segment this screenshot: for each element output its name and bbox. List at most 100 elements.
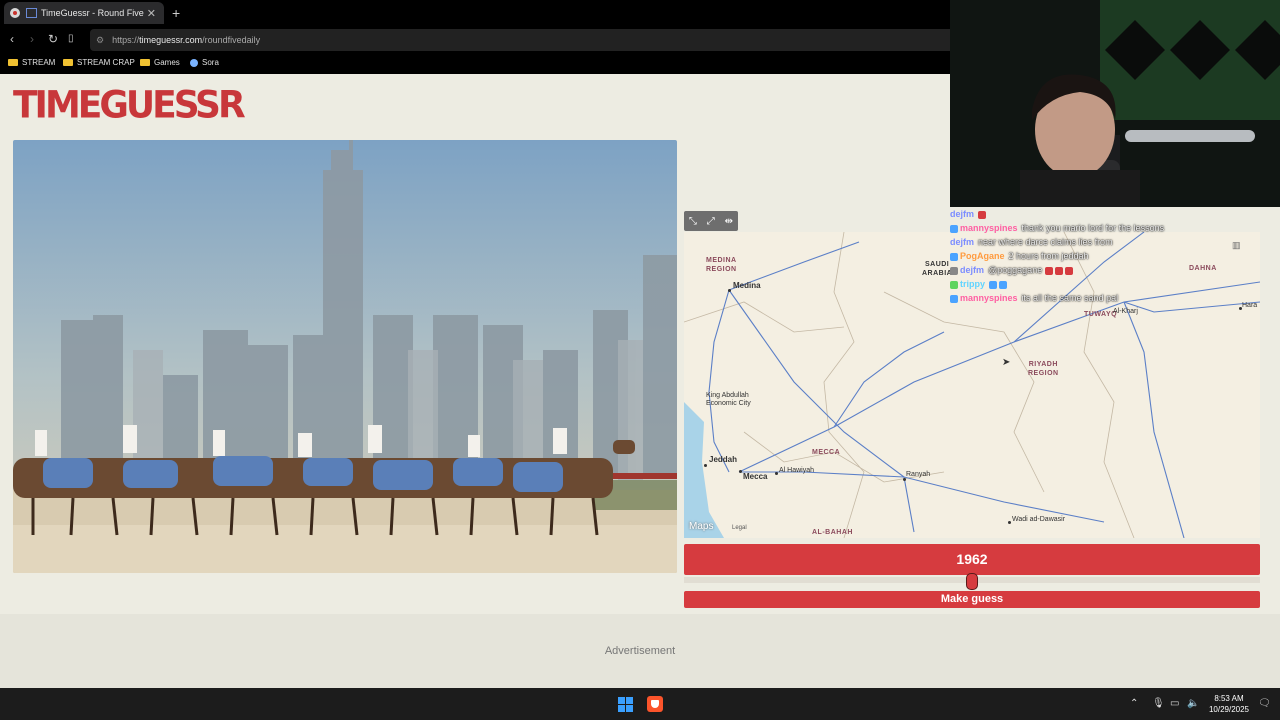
chat-message: mannyspines thank you mario lord for the …	[950, 221, 1280, 235]
map-city-dot	[775, 472, 778, 475]
pin-map-icon[interactable]: ⇹	[725, 216, 733, 227]
chat-message: dejfm near where darce claims lies from	[950, 235, 1280, 249]
map-city-al-kharj[interactable]: Al-Kharj	[1113, 308, 1138, 315]
expand-map-icon[interactable]: ⤡	[689, 216, 697, 227]
map-city-al-hawiyah[interactable]: Al Hawiyah	[779, 467, 814, 474]
map-region-riyadh: RIYADH	[1028, 361, 1058, 368]
timeguessr-logo[interactable]: TIMEGUESSR	[13, 84, 246, 127]
tab-timeguessr[interactable]: TimeGuessr - Round Five ✕	[4, 2, 164, 24]
timeguessr-favicon-icon	[10, 8, 20, 18]
chat-text: thank you mario lord for the lessons	[1021, 223, 1165, 233]
system-clock[interactable]: 8:53 AM 10/29/2025	[1205, 693, 1253, 715]
make-guess-button[interactable]: Make guess	[684, 591, 1260, 608]
map-region-mecca: MECCA	[812, 449, 841, 456]
chat-text: near where darce claims lies from	[978, 237, 1113, 247]
windows-taskbar	[0, 688, 1280, 720]
year-slider-thumb[interactable]	[966, 573, 978, 590]
badge-icon	[950, 294, 958, 303]
map-region-tuwayq: TUWAYQ	[1084, 310, 1117, 320]
stream-chat: dejfm mannyspines thank you mario lord fo…	[950, 207, 1280, 307]
badge-icon	[950, 252, 958, 261]
map-city-economic-city: Economic City	[706, 400, 751, 407]
address-bar[interactable]: ⚙ https://timeguessr.com/roundfivedaily	[90, 29, 960, 51]
map-city-ranyah[interactable]: Ranyah	[906, 471, 930, 478]
map-country-arabia: ARABIA	[922, 270, 953, 277]
map-city-dot	[1008, 521, 1011, 524]
bookmark-label: Games	[154, 58, 180, 67]
windows-start-icon[interactable]	[618, 697, 633, 712]
brave-browser-icon[interactable]	[647, 696, 663, 712]
chat-text: 2 hours from jeddah	[1008, 251, 1089, 261]
advertisement-label: Advertisement	[604, 645, 676, 657]
bookmark-games[interactable]: Games	[140, 58, 180, 67]
clock-time: 8:53 AM	[1214, 694, 1244, 703]
chat-text: @poggagane	[988, 265, 1043, 275]
clock-date: 10/29/2025	[1208, 705, 1250, 714]
tray-chevron-icon[interactable]: ⌃	[1130, 698, 1138, 709]
chat-username: mannyspines	[960, 293, 1018, 303]
url-path: /roundfivedaily	[202, 35, 261, 45]
chat-message: PogAgane 2 hours from jeddah	[950, 249, 1280, 263]
emote-icon	[1055, 266, 1064, 275]
map-controls[interactable]: ⤡ ⤢ ⇹	[684, 211, 738, 231]
map-city-dot	[728, 289, 731, 292]
map-region-medina: MEDINA	[706, 257, 737, 264]
map-attribution: Maps	[689, 521, 714, 532]
map-region-al-bahah: AL-BAHAH	[812, 529, 853, 536]
emote-icon	[999, 280, 1008, 289]
microphone-icon[interactable]: 🎙	[1152, 698, 1165, 709]
map-legal-link[interactable]: Legal	[732, 525, 747, 531]
chat-username: PogAgane	[960, 251, 1005, 261]
chat-message: dejfm	[950, 207, 1280, 221]
map-city-wadi-ad-dawasir[interactable]: Wadi ad-Dawasir	[1012, 516, 1065, 523]
map-region-medina-2: REGION	[706, 266, 737, 273]
folder-icon	[140, 59, 150, 66]
bookmark-label: STREAM CRAP	[77, 58, 135, 67]
new-tab-button[interactable]: +	[172, 5, 180, 21]
map-city-medina[interactable]: Medina	[733, 281, 761, 290]
sora-icon	[190, 58, 198, 67]
page-icon	[26, 8, 37, 18]
badge-icon	[950, 266, 958, 275]
chat-username: dejfm	[950, 209, 975, 219]
network-icon[interactable]: ▭	[1170, 698, 1179, 709]
chat-text: its all the same sand pal	[1021, 293, 1119, 303]
tab-title: TimeGuessr - Round Five	[41, 8, 144, 18]
chat-message: mannyspines its all the same sand pal	[950, 291, 1280, 305]
round-photo	[13, 140, 677, 573]
bookmark-label: Sora	[202, 58, 219, 67]
back-icon[interactable]: ‹	[10, 32, 14, 46]
tab-close-icon[interactable]: ✕	[147, 7, 156, 20]
chat-message: dejfm @poggagane	[950, 263, 1280, 277]
site-settings-icon[interactable]: ⚙	[96, 35, 104, 46]
emote-icon	[978, 210, 987, 219]
bookmark-icon[interactable]: ▯	[68, 33, 74, 44]
map-city-king-abdullah[interactable]: King Abdullah	[706, 392, 749, 399]
map-city-dot	[704, 464, 707, 467]
chat-username: dejfm	[960, 265, 985, 275]
map-city-jeddah[interactable]: Jeddah	[709, 455, 737, 464]
map-city-mecca[interactable]: Mecca	[743, 472, 767, 481]
bookmark-sora[interactable]: Sora	[190, 58, 219, 67]
map-city-dot	[739, 470, 742, 473]
chat-username: mannyspines	[960, 223, 1018, 233]
map-country-saudi: SAUDI	[924, 261, 950, 268]
shrink-map-icon[interactable]: ⤢	[707, 216, 715, 227]
cursor-icon: ➤	[1002, 357, 1011, 368]
bookmark-stream[interactable]: STREAM	[8, 58, 55, 67]
webcam-overlay	[950, 0, 1280, 207]
chat-message: trippy	[950, 277, 1280, 291]
reload-icon[interactable]: ↻	[48, 32, 58, 46]
bookmark-stream-crap[interactable]: STREAM CRAP	[63, 58, 135, 67]
notification-icon[interactable]: 🗨	[1258, 698, 1271, 709]
year-display: 1962	[684, 544, 1260, 575]
folder-icon	[8, 59, 18, 66]
forward-icon[interactable]: ›	[30, 32, 34, 46]
url-domain: timeguessr.com	[139, 35, 203, 45]
webcam-feed	[950, 0, 1280, 207]
volume-icon[interactable]: 🔈	[1187, 698, 1199, 709]
badge-icon	[950, 224, 958, 233]
camel-race-image	[13, 140, 677, 573]
map-city-dot	[903, 478, 906, 481]
folder-icon	[63, 59, 73, 66]
